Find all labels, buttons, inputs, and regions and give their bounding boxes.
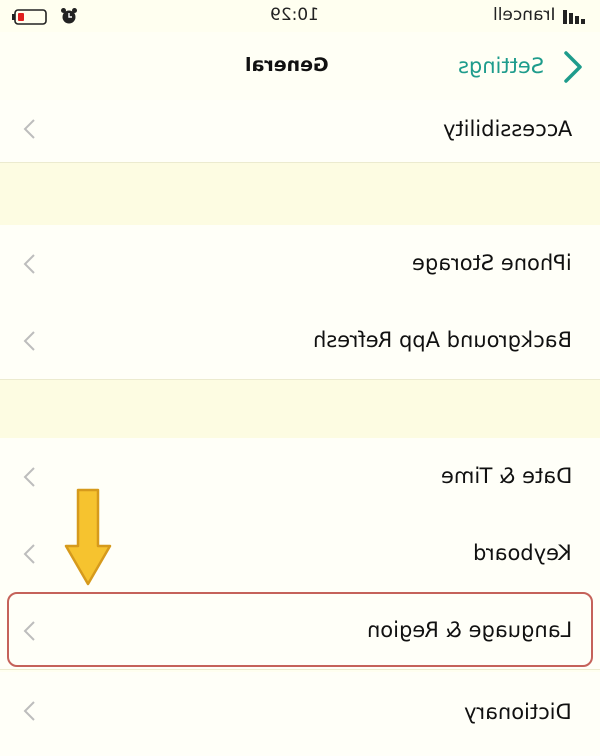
settings-row-background-app-refresh[interactable]: Background App Refresh	[0, 302, 600, 380]
alarm-icon	[61, 8, 77, 24]
nav-bar: General Settings	[0, 32, 600, 101]
row-label: Keyboard	[473, 541, 572, 565]
section-gap	[0, 380, 600, 438]
down-arrow-icon	[64, 488, 112, 586]
row-label: Background App Refresh	[313, 328, 572, 352]
chevron-icon	[23, 467, 35, 487]
back-chevron-icon[interactable]	[562, 50, 584, 84]
status-bar: 10:29 Irancell	[0, 0, 600, 32]
chevron-icon	[23, 331, 35, 351]
back-button[interactable]: Settings	[458, 54, 544, 78]
row-label: Date & Time	[440, 464, 572, 488]
battery-icon	[12, 9, 47, 25]
status-time: 10:29	[270, 5, 319, 25]
settings-row-accessibility[interactable]: Accessibility	[0, 100, 600, 163]
chevron-icon	[23, 701, 35, 721]
signal-icon	[563, 10, 585, 24]
highlight-box	[7, 592, 593, 667]
settings-row-dictionary[interactable]: Dictionary	[0, 672, 600, 756]
row-label: iPhone Storage	[412, 251, 572, 275]
chevron-icon	[23, 544, 35, 564]
row-label: Dictionary	[464, 700, 572, 724]
row-label: Accessibility	[442, 117, 572, 141]
chevron-icon	[23, 254, 35, 274]
settings-row-iphone-storage[interactable]: iPhone Storage	[0, 225, 600, 303]
chevron-icon	[23, 119, 35, 139]
page-title: General	[245, 54, 329, 76]
section-gap	[0, 163, 600, 225]
carrier-name: Irancell	[493, 5, 556, 25]
